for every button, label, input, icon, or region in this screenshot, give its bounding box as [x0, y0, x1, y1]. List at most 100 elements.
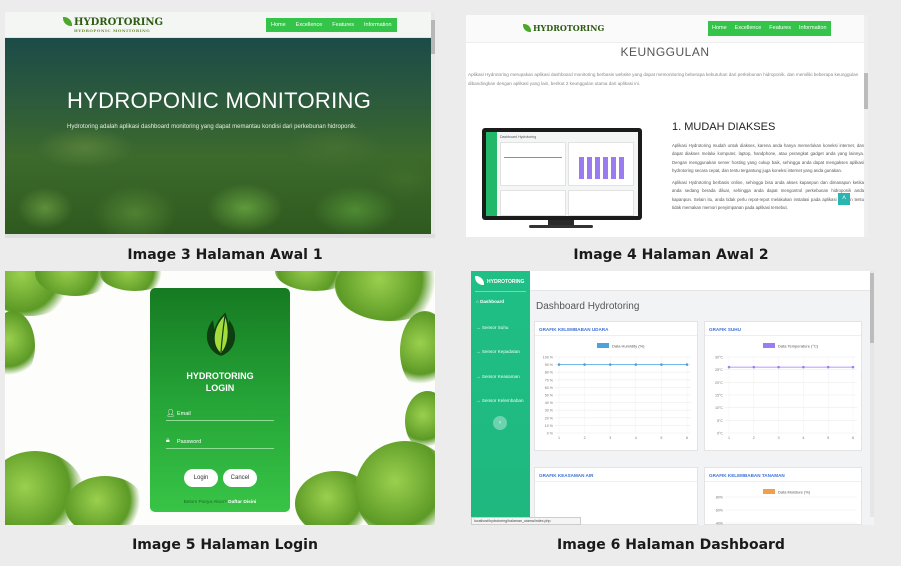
x-tick-label: 5	[827, 436, 829, 440]
nav-information[interactable]: Information	[359, 18, 397, 32]
nav-home[interactable]: Home	[266, 18, 291, 32]
y-tick-label: 0 %	[547, 432, 554, 436]
y-tick-label: 40%	[716, 522, 724, 526]
card-title: GRAFIK SUHU	[705, 322, 861, 336]
nav-features[interactable]: Features	[765, 21, 795, 36]
back-to-top-button[interactable]: ˄	[838, 193, 850, 205]
x-tick-label: 3	[609, 436, 611, 440]
nav-features[interactable]: Features	[327, 18, 359, 32]
feature-description: Aplikasi Hydrotoring mudah untuk diakses…	[672, 143, 864, 211]
monitor-mockup: Dashboard Hydrotoring	[482, 128, 642, 220]
horizontal-scrollbar[interactable]	[5, 234, 435, 238]
card-title: GRAFIK KELEMBABAN TANAMAN	[705, 468, 861, 482]
humidity-chart: Data Humidity (%)100 %90 %80 %70 %60 %50…	[543, 343, 691, 440]
legend-label: Data Temperature (°C)	[778, 344, 819, 349]
data-point	[608, 363, 612, 366]
y-tick-label: 0°C	[717, 432, 723, 436]
y-tick-label: 5°C	[717, 419, 723, 423]
leaf-icon	[475, 276, 484, 285]
card-title: GRAFIK KELEMBABAN UDARA	[535, 322, 697, 336]
temperature-chart: Data Temperature (°C)30°C25°C20°C15°C10°…	[715, 343, 857, 440]
temperature-chart-card: GRAFIK SUHU Data Temperature (°C) 30°C 25°…	[704, 321, 862, 451]
landing-page-2: HYDROTORING Home Excellence Features Inf…	[466, 15, 868, 237]
navbar: HYDROTORING HYDROPONIC MONITORING Home E…	[5, 12, 435, 38]
leaf-icon	[63, 17, 72, 26]
sidebar-item-sensor-keasaman[interactable]: → Sensor Keasaman	[476, 374, 520, 379]
sidebar-toggle-button[interactable]: ‹	[493, 416, 507, 430]
sidebar-item-sensor-suhu[interactable]: → Sensor Suhu	[476, 325, 508, 330]
topbar	[530, 271, 874, 291]
sidebar-item-dashboard[interactable]: ⌂ Dashboard	[476, 299, 504, 304]
nav-excellence[interactable]: Excellence	[291, 18, 328, 32]
y-tick-label: 80%	[716, 496, 724, 500]
lock-icon: 🔒︎	[166, 437, 170, 444]
section-title: KEUNGGULAN	[620, 45, 710, 59]
sidebar-item-sensor-kelembaban[interactable]: → Sensor Kelembaban	[476, 398, 524, 403]
soil-moisture-chart: Data Moisture (%) 80% 60% 40%	[716, 489, 857, 526]
email-field[interactable]: 👤︎ Email	[166, 407, 274, 421]
nav-menu: Home Excellence Features Information	[266, 18, 397, 32]
x-tick-label: 2	[753, 436, 755, 440]
feature-title: 1. MUDAH DIAKSES	[672, 121, 776, 133]
y-tick-label: 20 %	[545, 416, 554, 420]
data-point	[752, 365, 756, 369]
scrollbar[interactable]	[431, 12, 435, 234]
monitor-screen: Dashboard Hydrotoring	[486, 132, 638, 216]
x-tick-label: 3	[778, 436, 780, 440]
cancel-button[interactable]: Cancel	[223, 469, 257, 487]
signup-prompt: Belum Punya Akun? Daftar Disini	[183, 500, 257, 505]
sidebar-item-sensor-kepadatan[interactable]: → Sensor Kepadatan	[476, 349, 520, 354]
data-point	[826, 365, 830, 369]
soil-moisture-chart-card: GRAFIK KELEMBABAN TANAMAN Data Moisture …	[704, 467, 862, 525]
sidebar-brand[interactable]: HYDROTORING	[475, 276, 524, 285]
y-tick-label: 60%	[716, 509, 724, 513]
dashboard-page: HYDROTORING ⌂ Dashboard → Sensor Suhu → …	[471, 271, 874, 525]
legend-swatch	[763, 343, 775, 348]
humidity-chart-card: GRAFIK KELEMBABAN UDARA Data Humidity (%…	[534, 321, 698, 451]
scrollbar[interactable]	[864, 15, 868, 237]
data-point	[583, 363, 586, 366]
data-point	[557, 363, 561, 366]
x-tick-label: 1	[728, 436, 730, 440]
x-tick-label: 1	[558, 436, 560, 440]
navbar: HYDROTORING Home Excellence Features Inf…	[466, 15, 868, 43]
nav-menu: Home Excellence Features Information	[708, 21, 831, 36]
brand-logo[interactable]: HYDROTORING	[523, 23, 604, 33]
section-intro: Aplikasi Hydrotoring merupakan aplikasi …	[468, 72, 859, 86]
y-tick-label: 60 %	[545, 386, 554, 390]
x-tick-label: 6	[686, 436, 688, 440]
data-point	[802, 365, 805, 369]
hero-banner	[5, 38, 431, 234]
x-tick-label: 6	[852, 436, 854, 440]
data-point	[851, 365, 855, 369]
scrollbar[interactable]	[870, 271, 874, 517]
data-point	[634, 363, 638, 366]
data-point	[777, 365, 780, 369]
x-tick-label: 5	[660, 436, 662, 440]
login-button[interactable]: Login	[184, 469, 218, 487]
sidebar: HYDROTORING ⌂ Dashboard → Sensor Suhu → …	[471, 271, 530, 517]
nav-home[interactable]: Home	[708, 21, 731, 36]
nav-information[interactable]: Information	[795, 21, 831, 36]
login-card: HYDROTORING LOGIN 👤︎ Email 🔒︎ Password L…	[150, 288, 290, 512]
chevron-left-icon: ‹	[499, 420, 501, 426]
legend-label: Data Humidity (%)	[612, 344, 645, 349]
caption-landing-1: Image 3 Halaman Awal 1	[127, 247, 323, 263]
leaf-icon	[523, 24, 531, 32]
y-tick-label: 50 %	[545, 394, 554, 398]
user-icon: 👤︎	[166, 410, 175, 417]
nav-excellence[interactable]: Excellence	[731, 21, 766, 36]
password-field[interactable]: 🔒︎ Password	[166, 435, 274, 449]
y-tick-label: 80 %	[545, 371, 554, 375]
y-tick-label: 20°C	[715, 381, 723, 385]
hero-subtitle: Hydrotoring adalah aplikasi dashboard mo…	[67, 124, 357, 130]
y-tick-label: 30 %	[545, 409, 554, 413]
data-point	[685, 363, 689, 366]
signup-link[interactable]: Daftar Disini	[228, 500, 256, 505]
legend-label: Data Moisture (%)	[778, 490, 811, 495]
x-tick-label: 2	[584, 436, 586, 440]
y-tick-label: 25°C	[715, 368, 723, 372]
monitor-title: Dashboard Hydrotoring	[500, 135, 537, 139]
caption-login: Image 5 Halaman Login	[132, 537, 318, 553]
brand-logo[interactable]: HYDROTORING HYDROPONIC MONITORING	[63, 17, 163, 33]
